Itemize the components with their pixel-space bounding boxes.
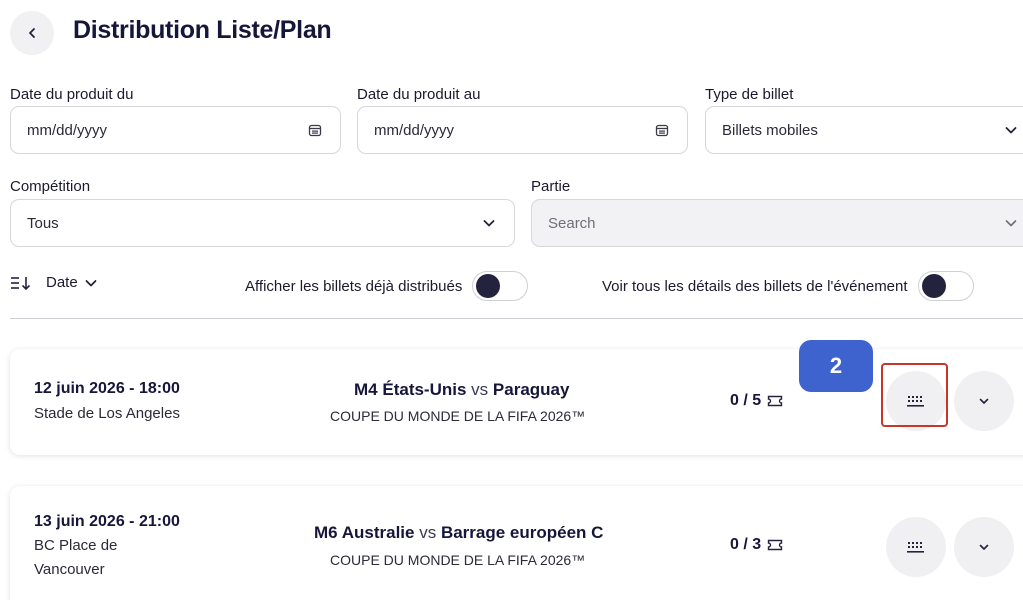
ticket-count: 0 / 5	[730, 392, 783, 410]
page-title: Distribution Liste/Plan	[73, 16, 332, 44]
seat-map-icon	[907, 542, 924, 553]
match-search-placeholder: Search	[548, 214, 596, 232]
event-competition: COUPE DU MONDE DE LA FIFA 2026™	[330, 408, 586, 424]
chevron-down-icon	[480, 214, 498, 232]
competition-label: Compétition	[10, 178, 91, 195]
ticket-count-value: 0 / 5	[730, 392, 762, 409]
chevron-down-icon	[1002, 121, 1020, 139]
ticket-type-label: Type de billet	[705, 86, 794, 103]
match-home: États-Unis	[382, 380, 467, 399]
back-button[interactable]	[10, 11, 54, 55]
event-card: 13 juin 2026 - 21:00 BC Place de Vancouv…	[10, 486, 1023, 600]
toggle-details-row: Voir tous les détails des billets de l'é…	[602, 271, 974, 301]
date-from-placeholder: mm/dd/yyyy	[27, 121, 108, 139]
sort-control[interactable]: Date	[10, 274, 98, 291]
ticket-type-value: Billets mobiles	[722, 121, 818, 139]
calendar-icon[interactable]	[306, 121, 324, 139]
divider	[10, 318, 1023, 319]
ticket-count: 0 / 3	[730, 536, 783, 554]
toggle-distributed-row: Afficher les billets déjà distribués	[245, 271, 529, 301]
match-label: Partie	[531, 178, 571, 195]
seat-map-button[interactable]	[886, 517, 946, 577]
event-datetime: 13 juin 2026 - 21:00	[34, 513, 180, 530]
toggle-knob	[921, 274, 946, 298]
calendar-icon[interactable]	[653, 121, 671, 139]
date-to-field[interactable]: mm/dd/yyyy	[357, 106, 688, 154]
event-match: M4 États-Unis vs Paraguay	[354, 380, 569, 400]
date-from-label: Date du produit du	[10, 86, 134, 103]
competition-value: Tous	[27, 214, 59, 232]
sort-label: Date	[46, 274, 78, 291]
ticket-type-select[interactable]: Billets mobiles	[705, 106, 1023, 154]
match-search-select[interactable]: Search	[531, 199, 1023, 247]
event-venue: BC Place de Vancouver	[34, 537, 118, 578]
event-datetime: 12 juin 2026 - 18:00	[34, 380, 180, 397]
match-code: M4	[354, 380, 378, 399]
sort-icon	[11, 276, 31, 290]
date-from-field[interactable]: mm/dd/yyyy	[10, 106, 341, 154]
chevron-down-icon	[979, 544, 989, 550]
date-to-placeholder: mm/dd/yyyy	[374, 121, 455, 139]
match-code: M6	[314, 523, 338, 542]
toggle-knob	[476, 274, 501, 298]
expand-button[interactable]	[954, 371, 1014, 431]
event-competition: COUPE DU MONDE DE LA FIFA 2026™	[330, 552, 586, 568]
ticket-icon	[767, 395, 783, 407]
toggle-details-label: Voir tous les détails des billets de l'é…	[602, 277, 908, 295]
highlight-box	[881, 363, 948, 427]
event-match: M6 Australie vs Barrage européen C	[314, 523, 603, 543]
match-vs: vs	[471, 380, 489, 399]
expand-button[interactable]	[954, 517, 1014, 577]
chevron-down-icon	[1002, 214, 1020, 232]
match-away: Barrage européen C	[440, 523, 604, 542]
match-away: Paraguay	[492, 380, 570, 399]
match-vs: vs	[419, 523, 437, 542]
date-to-label: Date du produit au	[357, 86, 481, 103]
toggle-distributed-label: Afficher les billets déjà distribués	[245, 277, 463, 295]
event-venue: Stade de Los Angeles	[34, 405, 180, 422]
ticket-icon	[767, 539, 783, 551]
chevron-down-icon	[85, 279, 97, 286]
match-home: Australie	[341, 523, 415, 542]
chevron-left-icon	[29, 28, 35, 38]
competition-select[interactable]: Tous	[10, 199, 515, 247]
chevron-down-icon	[979, 398, 989, 404]
step-badge: 2	[799, 340, 873, 392]
ticket-count-value: 0 / 3	[730, 536, 762, 553]
toggle-details-switch[interactable]	[917, 271, 974, 301]
toggle-distributed-switch[interactable]	[472, 271, 529, 301]
